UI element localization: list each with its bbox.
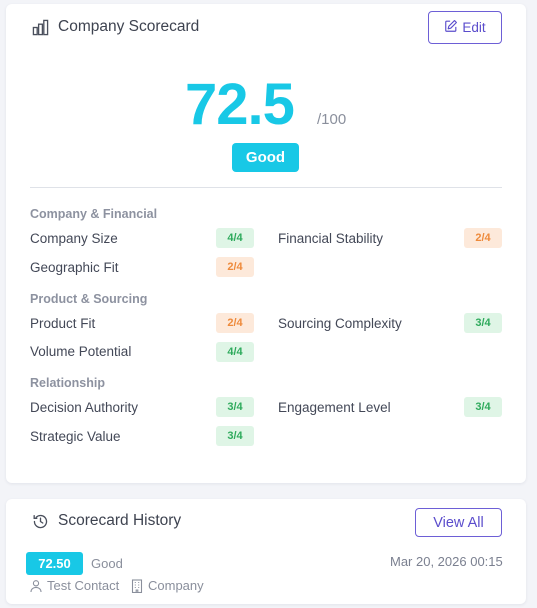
edit-button[interactable]: Edit xyxy=(428,11,502,44)
section-title-relationship: Relationship xyxy=(30,376,106,390)
score-max: /100 xyxy=(317,111,347,128)
history-score-badge: 72.50 xyxy=(26,552,83,575)
metric-label-decision-authority: Decision Authority xyxy=(30,400,139,415)
history-entity: Company xyxy=(130,578,204,593)
edit-button-label: Edit xyxy=(462,20,486,35)
view-all-button[interactable]: View All xyxy=(415,508,502,537)
scorecard-header: Company Scorecard xyxy=(32,18,199,36)
metric-label-company-size: Company Size xyxy=(30,231,118,246)
metric-label-geographic-fit: Geographic Fit xyxy=(30,260,119,275)
section-title-company-financial: Company & Financial xyxy=(30,207,158,221)
metric-label-volume-potential: Volume Potential xyxy=(30,344,132,359)
metric-label-sourcing-complexity: Sourcing Complexity xyxy=(278,316,402,331)
scorecard-title: Company Scorecard xyxy=(58,18,200,35)
metric-badge-company-size: 4/4 xyxy=(216,228,254,248)
history-header: Scorecard History xyxy=(32,512,181,530)
section-title-product-sourcing: Product & Sourcing xyxy=(30,292,148,306)
history-date: Mar 20, 2026 00:15 xyxy=(390,554,503,569)
bar-chart-icon xyxy=(32,19,49,36)
history-contact: Test Contact xyxy=(29,578,119,593)
metric-badge-engagement-level: 3/4 xyxy=(464,397,502,417)
history-rating: Good xyxy=(91,556,123,571)
metric-label-strategic-value: Strategic Value xyxy=(30,429,121,444)
user-icon xyxy=(29,579,43,593)
divider xyxy=(30,187,502,188)
building-icon xyxy=(130,578,144,593)
metric-badge-product-fit: 2/4 xyxy=(216,313,254,333)
metric-label-product-fit: Product Fit xyxy=(30,316,96,331)
scorecard-card: Company Scorecard Edit 72.5 /100 Good Co… xyxy=(6,4,526,483)
history-title: Scorecard History xyxy=(58,512,182,529)
history-contact-name: Test Contact xyxy=(47,578,120,593)
metric-badge-strategic-value: 3/4 xyxy=(216,426,254,446)
overall-score: 72.5 xyxy=(185,72,295,137)
edit-icon xyxy=(444,19,458,36)
history-card: Scorecard History View All 72.50 Good Ma… xyxy=(6,499,526,604)
score-display: 72.5 /100 xyxy=(6,70,526,140)
metric-label-financial-stability: Financial Stability xyxy=(278,231,384,246)
metric-badge-volume-potential: 4/4 xyxy=(216,342,254,362)
metric-badge-geographic-fit: 2/4 xyxy=(216,257,254,277)
history-entity-name: Company xyxy=(148,578,204,593)
metric-badge-decision-authority: 3/4 xyxy=(216,397,254,417)
rating-badge: Good xyxy=(232,143,299,172)
history-icon xyxy=(32,513,49,530)
metric-badge-sourcing-complexity: 3/4 xyxy=(464,313,502,333)
metric-label-engagement-level: Engagement Level xyxy=(278,400,391,415)
metric-badge-financial-stability: 2/4 xyxy=(464,228,502,248)
